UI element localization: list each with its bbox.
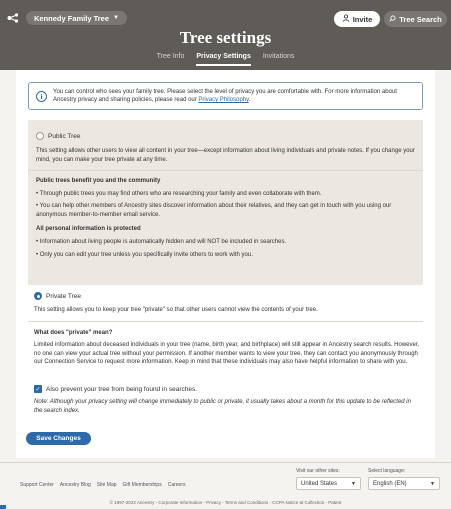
prevent-search-option[interactable]: ✓ Also prevent your tree from being foun… bbox=[34, 385, 197, 393]
tab-invitations[interactable]: Invitations bbox=[263, 53, 295, 66]
benefit-item: • You can help other members of Ancestry… bbox=[36, 203, 392, 218]
private-tree-section: Private Tree This setting allows you to … bbox=[28, 285, 423, 445]
copyright: © 1997-2022 Ancestry - Corporate Informa… bbox=[109, 500, 342, 505]
site-select-value: United States bbox=[301, 480, 338, 487]
divider bbox=[28, 321, 423, 322]
public-tree-option[interactable]: Public Tree bbox=[36, 132, 81, 140]
share-icon[interactable] bbox=[6, 11, 20, 25]
footer-links: Support Center Ancestry Blog Site Map Gi… bbox=[20, 482, 186, 488]
protected-item: • Only you can edit your tree unless you… bbox=[36, 252, 253, 258]
private-tree-option[interactable]: Private Tree bbox=[34, 292, 81, 300]
chevron-down-icon: ▼ bbox=[113, 15, 119, 21]
benefit-item: • Through public trees you may find othe… bbox=[36, 191, 322, 197]
save-changes-button[interactable]: Save Changes bbox=[26, 432, 91, 445]
search-icon bbox=[389, 15, 396, 24]
private-tree-description: This setting allows you to keep your tre… bbox=[34, 307, 318, 313]
invite-button[interactable]: Invite bbox=[334, 11, 380, 27]
privacy-panel: i You can control who sees your family t… bbox=[16, 70, 435, 458]
what-private-heading: What does "private" mean? bbox=[34, 330, 113, 336]
chevron-down-icon: ▼ bbox=[351, 480, 356, 487]
prevent-search-checkbox[interactable]: ✓ bbox=[34, 385, 42, 393]
protected-item: • Information about living people is aut… bbox=[36, 239, 287, 245]
what-private-text: Limited information about deceased indiv… bbox=[34, 342, 420, 365]
public-tree-radio[interactable] bbox=[36, 132, 44, 140]
privacy-philosophy-link[interactable]: Privacy Philosophy bbox=[198, 97, 248, 103]
invite-label: Invite bbox=[352, 14, 373, 24]
tree-name: Kennedy Family Tree bbox=[34, 13, 110, 23]
private-tree-label: Private Tree bbox=[46, 292, 82, 300]
chevron-down-icon: ▼ bbox=[430, 480, 435, 487]
footer-link-support[interactable]: Support Center bbox=[20, 482, 54, 488]
private-note: Note: Although your privacy setting will… bbox=[34, 399, 411, 414]
public-tree-description: This setting allows other users to view … bbox=[36, 148, 415, 163]
tree-name-dropdown[interactable]: Kennedy Family Tree ▼ bbox=[26, 11, 127, 25]
divider bbox=[28, 170, 423, 171]
language-select[interactable]: English (EN) ▼ bbox=[368, 477, 440, 490]
language-label: Select language: bbox=[368, 468, 406, 474]
footer-link-sitemap[interactable]: Site Map bbox=[97, 482, 117, 488]
footer-link-blog[interactable]: Ancestry Blog bbox=[60, 482, 91, 488]
info-text-end: . bbox=[248, 97, 251, 103]
info-icon: i bbox=[36, 91, 47, 102]
person-add-icon bbox=[342, 14, 350, 24]
footer-link-gift[interactable]: Gift Memberships bbox=[123, 482, 162, 488]
public-tree-label: Public Tree bbox=[48, 132, 81, 140]
protected-heading: All personal information is protected bbox=[36, 226, 141, 232]
page-title: Tree settings bbox=[179, 28, 272, 47]
tree-search-button[interactable]: Tree Search bbox=[384, 11, 447, 27]
benefit-heading: Public trees benefit you and the communi… bbox=[36, 178, 161, 184]
private-tree-radio[interactable] bbox=[34, 292, 42, 300]
tab-tree-info[interactable]: Tree Info bbox=[157, 53, 185, 66]
tab-privacy-settings[interactable]: Privacy Settings bbox=[196, 53, 251, 66]
site-select[interactable]: United States ▼ bbox=[296, 477, 361, 490]
info-banner: i You can control who sees your family t… bbox=[28, 82, 423, 110]
footer-link-careers[interactable]: Careers bbox=[168, 482, 186, 488]
corner-marker bbox=[0, 505, 6, 509]
tree-search-label: Tree Search bbox=[399, 14, 442, 24]
public-tree-section: Public Tree This setting allows other us… bbox=[28, 120, 423, 305]
language-select-value: English (EN) bbox=[373, 480, 407, 487]
prevent-search-label: Also prevent your tree from being found … bbox=[46, 385, 198, 393]
header: Kennedy Family Tree ▼ Invite Tree Search… bbox=[0, 0, 451, 70]
footer-divider bbox=[0, 462, 451, 463]
other-sites-label: Visit our other sites: bbox=[296, 468, 340, 474]
tab-bar: Tree Info Privacy Settings Invitations bbox=[0, 53, 451, 66]
tree-switcher[interactable]: Kennedy Family Tree ▼ bbox=[6, 11, 127, 25]
